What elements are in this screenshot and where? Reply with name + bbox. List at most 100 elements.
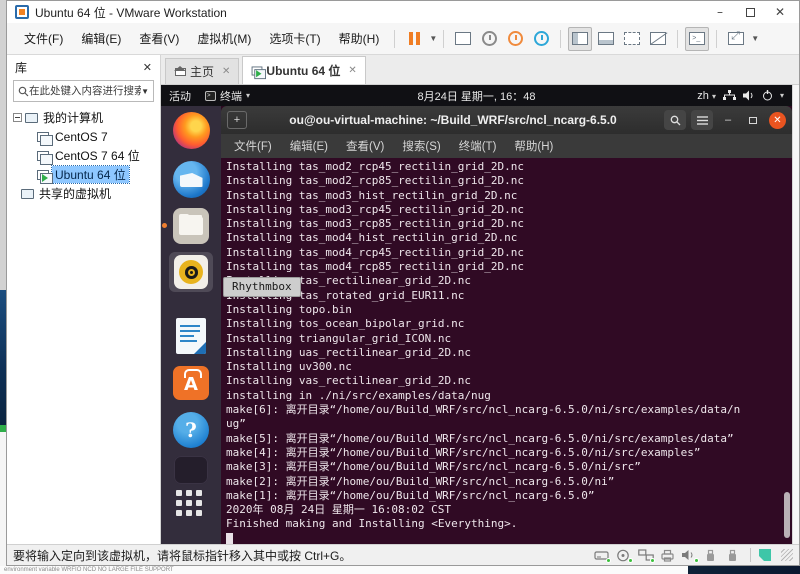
manage-snapshot-button[interactable] <box>529 27 553 51</box>
terminal-close-button[interactable]: ✕ <box>769 112 786 129</box>
library-search-box[interactable]: ▼ <box>13 80 154 102</box>
unity-mode-button[interactable] <box>646 27 670 51</box>
dock: ? <box>161 106 221 544</box>
terminal-line: make[1]: 离开目录“/home/ou/Build_WRF/src/ncl… <box>226 489 792 503</box>
dock-item-libreoffice-writer[interactable] <box>169 318 213 354</box>
terminal-menu-item[interactable]: 搜索(S) <box>393 138 449 154</box>
terminal-output[interactable]: Installing tas_mod2_rcp45_rectilin_grid_… <box>221 158 792 544</box>
terminal-line: Installing tas_mod3_rcp85_rectilin_grid_… <box>226 217 792 231</box>
tree-node-centos7[interactable]: CentOS 7 <box>7 127 160 146</box>
activities-button[interactable]: 活动 <box>169 88 191 104</box>
tree-node-shared-vms[interactable]: 共享的虚拟机 <box>7 184 160 203</box>
dock-item-files[interactable] <box>169 208 213 244</box>
tree-node-my-computer[interactable]: 我的计算机 <box>7 108 160 127</box>
terminal-app-icon: > <box>205 91 216 101</box>
usb-device-icon[interactable] <box>704 549 720 562</box>
stretch-guest-button[interactable] <box>724 27 748 51</box>
unity-mode-icon <box>650 32 666 45</box>
system-menu-chevron-icon[interactable]: ▾ <box>780 91 784 100</box>
tree-node-ubuntu64[interactable]: Ubuntu 64 位 <box>7 165 160 184</box>
new-tab-button[interactable]: + <box>227 111 247 129</box>
toolbar-separator <box>716 30 717 48</box>
menu-item[interactable]: 虚拟机(M) <box>188 24 260 54</box>
dock-item-help[interactable]: ? <box>169 412 213 448</box>
harddisk-device-icon[interactable] <box>594 549 610 562</box>
power-icon[interactable] <box>762 90 773 101</box>
menu-item[interactable]: 编辑(E) <box>72 24 130 54</box>
screen: environment variable WRFIO NCD NO LARGE … <box>0 0 800 574</box>
message-log-icon[interactable] <box>759 549 771 561</box>
input-method-indicator[interactable]: zh ▾ <box>697 90 716 102</box>
search-icon <box>670 115 681 126</box>
sound-device-icon[interactable] <box>682 549 698 562</box>
take-snapshot-button[interactable] <box>477 27 501 51</box>
tree-node-centos7-64[interactable]: CentOS 7 64 位 <box>7 146 160 165</box>
vm-tree: 我的计算机 CentOS 7 CentOS 7 64 位 Ubuntu 64 位 <box>7 106 160 203</box>
device-connected-dot <box>606 558 611 563</box>
search-dropdown-arrow[interactable]: ▼ <box>141 87 149 96</box>
revert-snapshot-button[interactable] <box>503 27 527 51</box>
clock-label[interactable]: 8月24日 星期一, 16：48 <box>169 88 784 104</box>
toolbar-separator <box>560 30 561 48</box>
tab-label: 主页 <box>190 63 214 80</box>
resize-grip[interactable] <box>781 549 793 561</box>
network-device-icon[interactable] <box>638 549 654 562</box>
dock-item-show-applications[interactable] <box>169 490 213 520</box>
tab-ubuntu64[interactable]: Ubuntu 64 位 ✕ <box>242 56 365 84</box>
menu-item[interactable]: 文件(F) <box>15 24 72 54</box>
volume-icon[interactable] <box>743 90 755 101</box>
close-button[interactable]: ✕ <box>765 2 795 22</box>
network-icon[interactable] <box>723 90 736 101</box>
dock-item-ubuntu-software[interactable] <box>169 366 213 400</box>
menu-item[interactable]: 选项卡(T) <box>260 24 329 54</box>
library-title: 库 <box>15 59 27 76</box>
console-button[interactable]: >_ <box>685 27 709 51</box>
terminal-window[interactable]: + ou@ou-virtual-machine: ~/Build_WRF/src… <box>221 106 792 544</box>
terminal-menu-item[interactable]: 帮助(H) <box>505 138 562 154</box>
library-search-input[interactable] <box>29 85 141 97</box>
menu-item[interactable]: 查看(V) <box>130 24 188 54</box>
tab-close-icon[interactable]: ✕ <box>348 65 356 76</box>
library-close-icon[interactable]: ✕ <box>143 61 152 74</box>
console-icon: >_ <box>689 32 705 45</box>
dock-item-rhythmbox[interactable] <box>169 252 213 292</box>
terminal-search-button[interactable] <box>664 110 686 130</box>
terminal-menu-item[interactable]: 查看(V) <box>337 138 393 154</box>
usb-device-icon-2[interactable] <box>726 549 742 562</box>
background-blue-block <box>688 566 800 574</box>
terminal-menu-item[interactable]: 文件(F) <box>225 138 281 154</box>
terminal-titlebar[interactable]: + ou@ou-virtual-machine: ~/Build_WRF/src… <box>221 106 792 134</box>
suspend-dropdown-arrow[interactable]: ▼ <box>429 34 437 43</box>
printer-device-icon[interactable] <box>660 549 676 562</box>
terminal-restore-button[interactable] <box>743 110 763 130</box>
terminal-menu-item[interactable]: 编辑(E) <box>281 138 337 154</box>
terminal-menu-item[interactable]: 终端(T) <box>450 138 506 154</box>
app-menu-button[interactable]: > 终端 ▾ <box>205 88 250 104</box>
terminal-menu-button[interactable] <box>691 110 713 130</box>
dock-item-firefox[interactable] <box>169 112 213 149</box>
scrollbar-handle[interactable] <box>784 492 790 538</box>
show-library-button[interactable] <box>568 27 592 51</box>
maximize-button[interactable] <box>735 2 765 22</box>
tree-label: 共享的虚拟机 <box>36 185 114 202</box>
send-ctrl-alt-del-button[interactable] <box>451 27 475 51</box>
dock-item-thunderbird[interactable] <box>169 161 213 198</box>
fullscreen-button[interactable] <box>620 27 644 51</box>
stretch-dropdown-arrow[interactable]: ▼ <box>751 34 759 43</box>
tree-label: CentOS 7 <box>52 130 111 144</box>
tab-home[interactable]: 主页 ✕ <box>165 58 239 84</box>
dock-item-terminal-dark[interactable] <box>169 456 213 484</box>
minimize-button[interactable]: – <box>705 2 735 22</box>
terminal-line: Installing uas_rectilinear_grid_2D.nc <box>226 346 792 360</box>
vm-display[interactable]: 活动 > 终端 ▾ 8月24日 星期一, 16：48 zh ▾ <box>161 85 792 544</box>
tab-close-icon[interactable]: ✕ <box>222 66 230 77</box>
vm-running-icon <box>252 66 263 75</box>
menu-item[interactable]: 帮助(H) <box>330 24 389 54</box>
terminal-scrollbar[interactable] <box>783 158 790 544</box>
suspend-vm-button[interactable] <box>402 27 426 51</box>
collapse-icon[interactable] <box>13 113 22 122</box>
cdrom-device-icon[interactable] <box>616 549 632 562</box>
terminal-minimize-button[interactable]: – <box>718 110 738 130</box>
show-console-view-button[interactable] <box>594 27 618 51</box>
device-connected-dot <box>694 558 699 563</box>
